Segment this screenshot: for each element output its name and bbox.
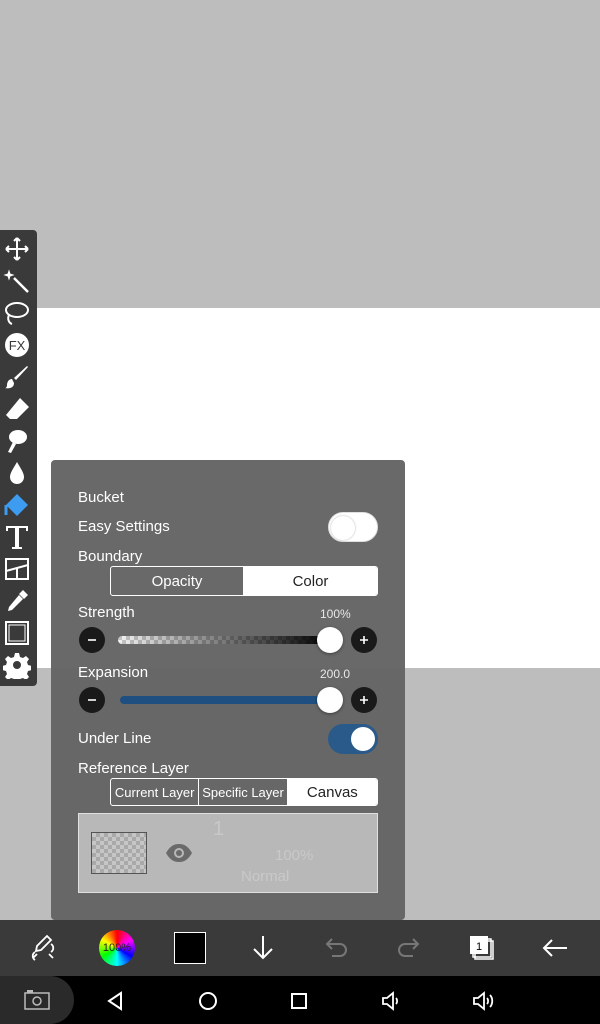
move-icon[interactable] [2,234,32,264]
fx-label: FX [9,338,26,353]
expansion-value: 200.0 [320,667,351,681]
reference-layer-segmented: Current Layer Specific Layer Canvas [110,778,378,806]
circle-home-icon [199,992,217,1010]
redo-icon[interactable] [389,928,429,968]
volume-down-icon [382,991,399,1011]
tool-sidebar: FX [0,230,37,686]
minus-icon [88,639,96,641]
eraser-icon[interactable] [2,394,32,424]
color-wheel-icon: 100% [99,930,135,966]
plus-icon [360,636,368,644]
layers-icon: 1 [470,936,494,960]
boundary-label: Boundary [78,548,143,565]
volume-up-icon [473,991,494,1011]
smudge-icon[interactable] [2,426,32,456]
strength-label: Strength [78,604,135,621]
layer-opacity: 100% [275,847,314,864]
reference-option-current-layer[interactable]: Current Layer [111,779,200,805]
back-arrow-icon[interactable] [535,928,575,968]
divide-icon[interactable] [2,554,32,584]
bottom-app-bar: 100% 1 [0,920,600,976]
color-wheel-label: 100% [102,942,132,954]
brush-icon[interactable] [2,362,32,392]
expansion-decrease-button[interactable] [79,687,105,713]
eyedropper-icon[interactable] [2,586,32,616]
layer-blend-mode: Normal [241,868,290,885]
expansion-slider-track[interactable] [120,696,330,704]
panel-title: Bucket [78,489,124,506]
layers-count: 1 [476,941,482,953]
easy-settings-toggle[interactable] [328,512,378,542]
boundary-option-opacity[interactable]: Opacity [111,567,244,595]
nav-back-button[interactable] [99,984,133,1018]
strength-increase-button[interactable] [351,627,377,653]
color-wheel-button[interactable]: 100% [97,928,137,968]
blur-icon[interactable] [2,458,32,488]
boundary-option-color[interactable]: Color [244,567,377,595]
fx-icon[interactable]: FX [2,330,32,360]
square-recents-icon [291,993,307,1009]
undo-icon[interactable] [316,928,356,968]
current-color-button[interactable] [170,928,210,968]
nav-home-button[interactable] [191,984,225,1018]
reference-layer-label: Reference Layer [78,760,189,777]
layers-button[interactable]: 1 [462,928,502,968]
eye-icon [166,844,192,862]
lasso-icon[interactable] [2,298,32,328]
under-line-toggle[interactable] [328,724,378,754]
pen-eraser-swap-icon[interactable] [23,928,63,968]
settings-icon[interactable] [2,650,32,680]
reference-option-canvas[interactable]: Canvas [287,779,377,805]
nav-recents-button[interactable] [282,984,316,1018]
layer-thumbnail [91,832,147,874]
expansion-slider-thumb[interactable] [317,687,343,713]
volume-up-button[interactable] [467,984,501,1018]
expansion-increase-button[interactable] [351,687,377,713]
download-arrow-icon[interactable] [243,928,283,968]
bucket-settings-panel: Bucket Easy Settings Boundary Opacity Co… [51,460,405,920]
strength-decrease-button[interactable] [79,627,105,653]
layer-number: 1 [213,818,225,840]
toggle-knob [331,516,355,540]
text-icon[interactable] [2,522,32,552]
current-color-swatch [174,932,206,964]
magic-wand-icon[interactable] [2,266,32,296]
under-line-label: Under Line [78,730,152,747]
bucket-icon[interactable] [2,490,32,520]
easy-settings-label: Easy Settings [78,518,170,535]
expansion-label: Expansion [78,664,149,681]
strength-value: 100% [320,607,351,621]
strength-slider-thumb[interactable] [317,627,343,653]
triangle-back-icon [107,991,122,1011]
screenshot-button[interactable] [0,976,74,1024]
strength-slider-track[interactable] [118,636,330,644]
app-screen: FX Bucket Easy Settings Boundary Opacity… [0,0,600,1024]
toggle-knob [351,727,375,751]
system-nav-bar [0,976,600,1024]
camera-icon [24,990,50,1010]
plus-icon [360,696,368,704]
reference-option-specific-layer[interactable]: Specific Layer [199,779,288,805]
volume-down-button[interactable] [375,984,409,1018]
reference-layer-card[interactable]: 1 100% Normal [78,813,378,893]
boundary-segmented: Opacity Color [110,566,378,596]
canvas-frame-icon[interactable] [2,618,32,648]
minus-icon [88,699,96,701]
